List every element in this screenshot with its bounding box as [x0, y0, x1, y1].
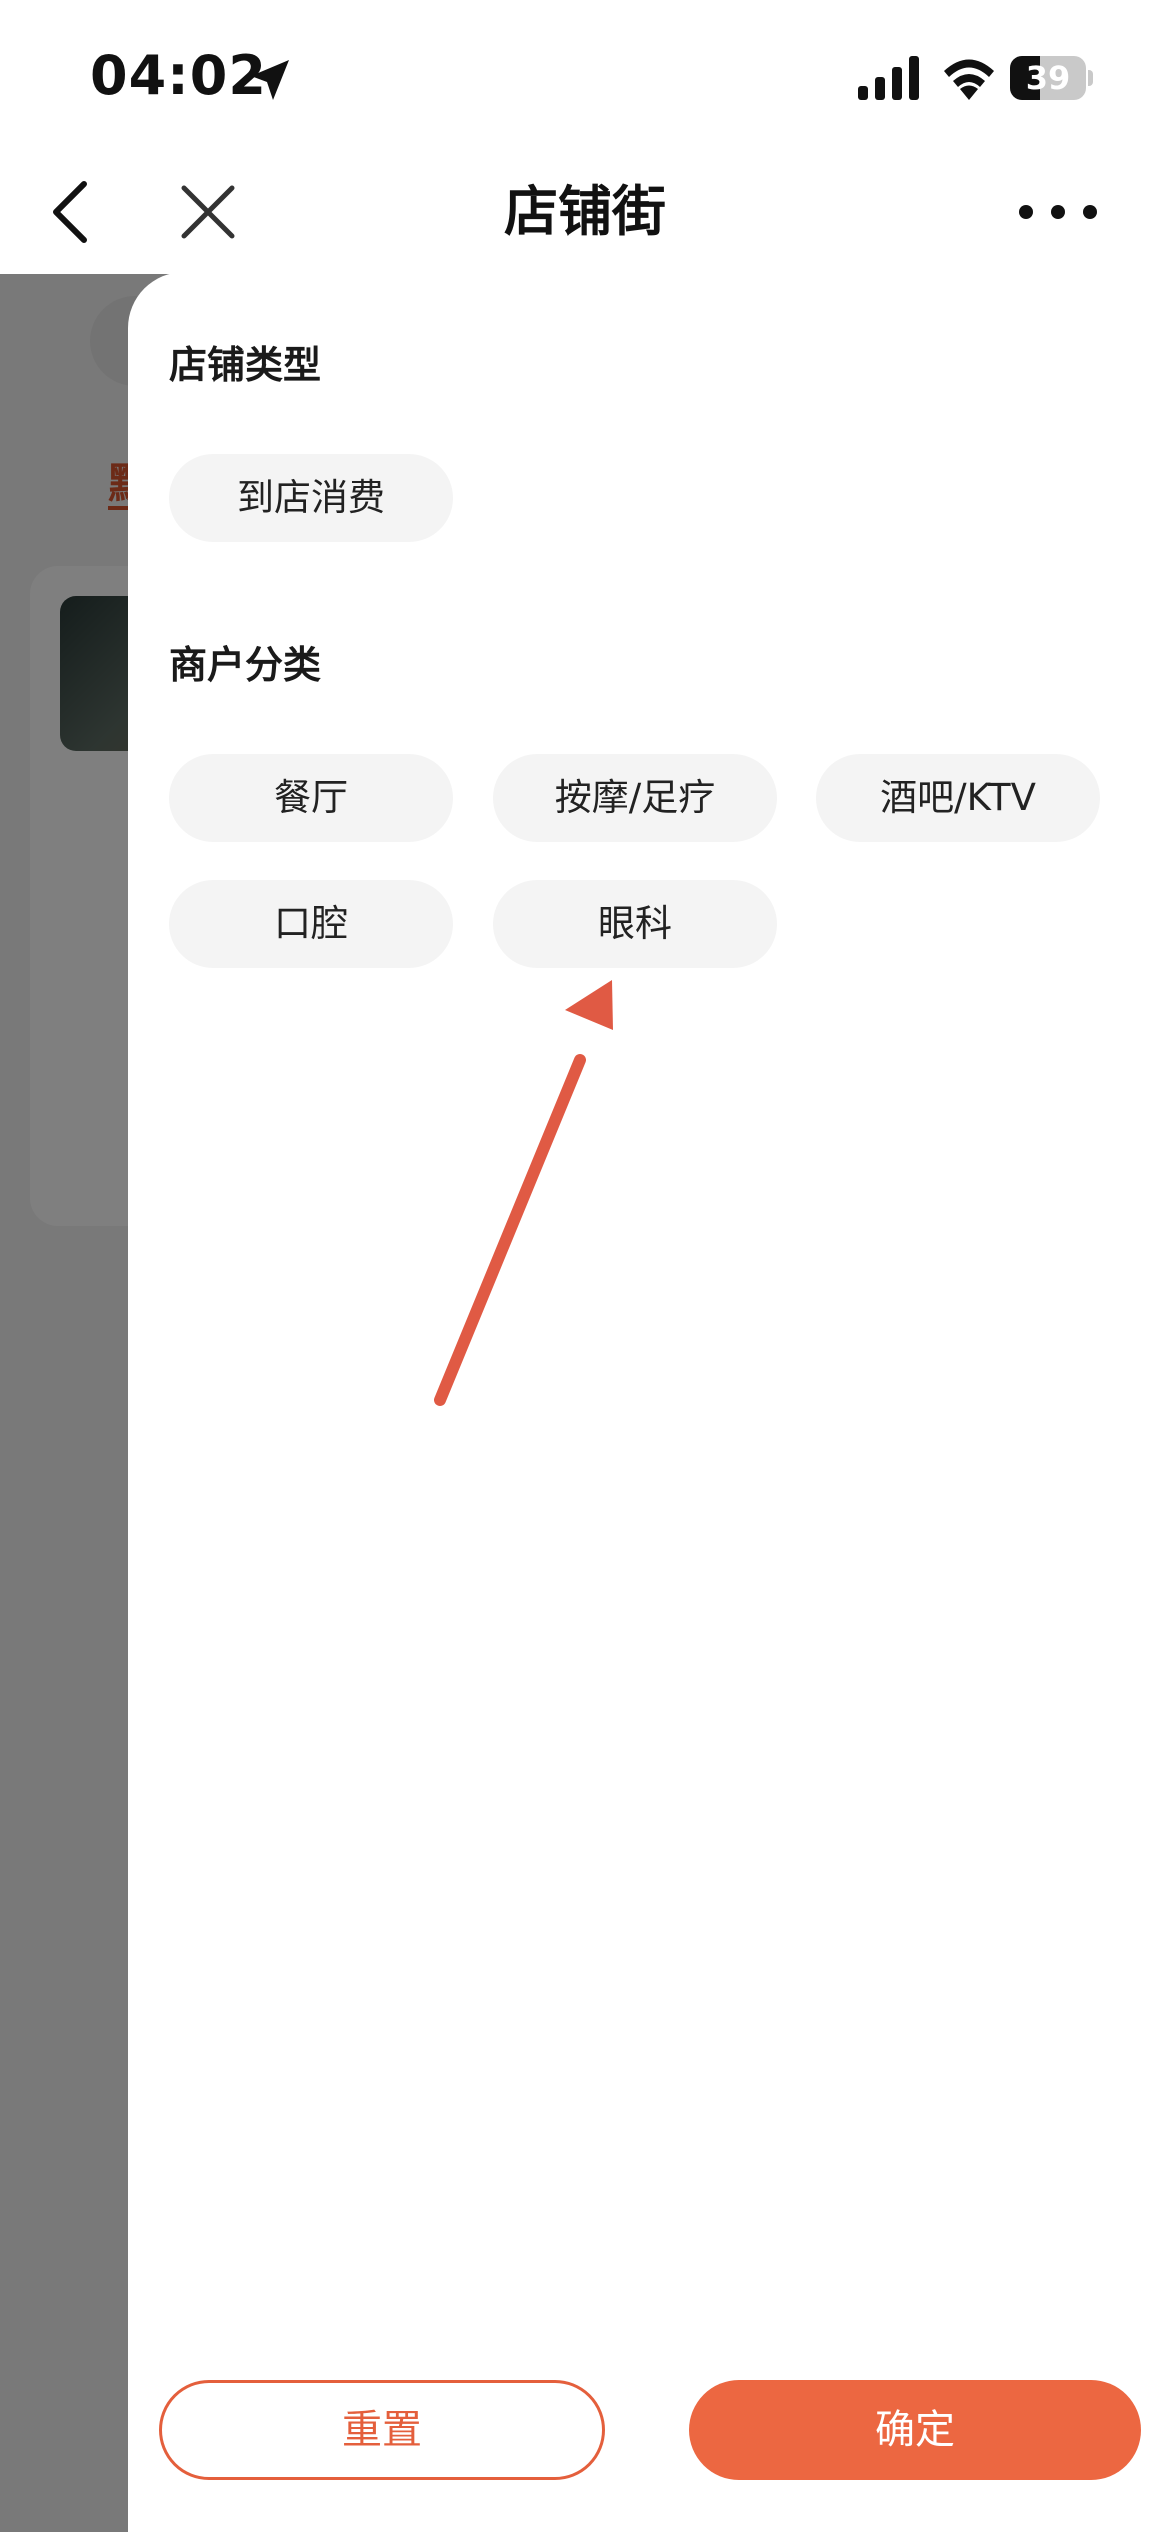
page-title: 店铺街 [504, 180, 666, 243]
location-arrow-icon [251, 60, 289, 100]
chip-dental[interactable]: 口腔 [169, 880, 453, 968]
chip-in-store-consumption[interactable]: 到店消费 [169, 454, 453, 542]
battery-indicator: 39 [1010, 56, 1094, 100]
confirm-button[interactable]: 确定 [689, 2380, 1141, 2480]
battery-cap [1088, 70, 1093, 86]
merchant-category-title: 商户分类 [169, 643, 322, 687]
battery-body: 39 [1010, 56, 1086, 100]
chip-ophthalmology[interactable]: 眼科 [493, 880, 777, 968]
more-dots-icon[interactable] [1010, 174, 1106, 250]
close-icon[interactable] [170, 174, 246, 250]
status-bar: 04:02 39 [0, 0, 1170, 150]
store-type-title: 店铺类型 [169, 343, 322, 387]
navigation-bar: 店铺街 [0, 150, 1170, 274]
cellular-signal-icon [858, 56, 919, 100]
chevron-left-icon[interactable] [36, 174, 112, 250]
chip-restaurant[interactable]: 餐厅 [169, 754, 453, 842]
status-time: 04:02 [90, 44, 267, 107]
chip-bar-ktv[interactable]: 酒吧/KTV [816, 754, 1100, 842]
reset-button[interactable]: 重置 [159, 2380, 605, 2480]
filter-drawer: 店铺类型 到店消费 商户分类 餐厅 按摩/足疗 酒吧/KTV 口腔 眼科 重置 … [128, 272, 1170, 2532]
chip-massage-foot-spa[interactable]: 按摩/足疗 [493, 754, 777, 842]
battery-percentage: 39 [1025, 59, 1071, 97]
wifi-icon [944, 59, 994, 100]
